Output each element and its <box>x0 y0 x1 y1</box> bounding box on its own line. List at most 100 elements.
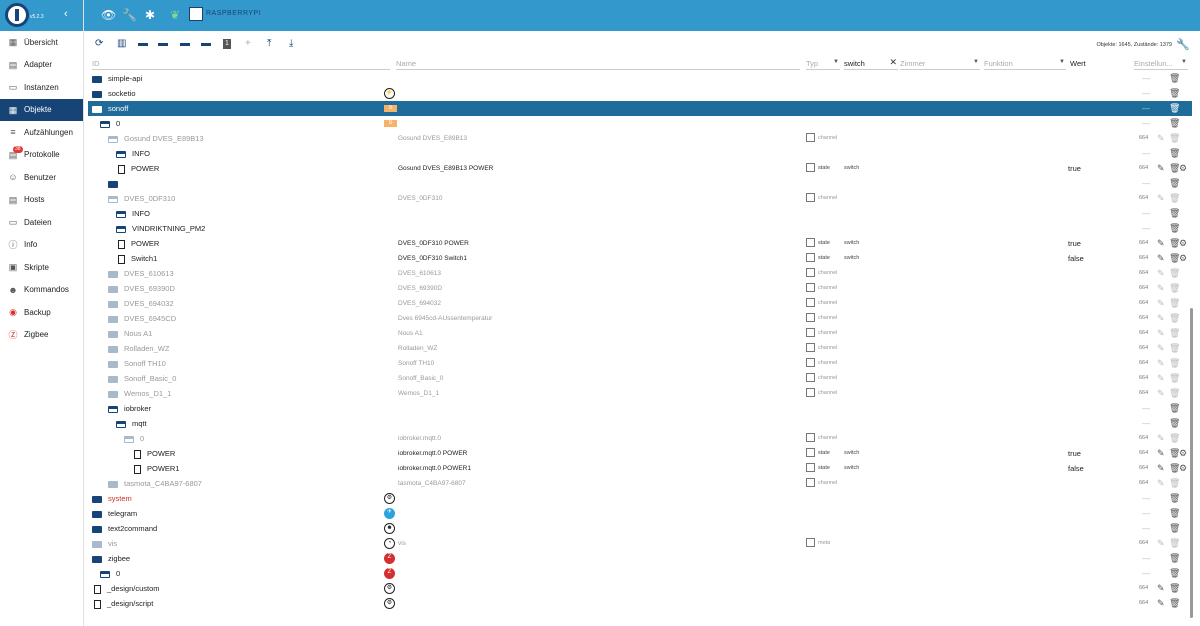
wrench-icon[interactable]: 🔧 <box>122 8 137 22</box>
delete-icon[interactable]: 🗑 <box>1169 223 1180 233</box>
depth-number-icon[interactable]: 1 <box>223 39 231 49</box>
edit-icon[interactable]: ✎ <box>1157 343 1165 353</box>
edit-icon[interactable]: ✎ <box>1157 193 1165 203</box>
delete-icon[interactable]: 🗑 <box>1169 373 1180 383</box>
table-row[interactable]: vis◔vismeta—664✎🗑 <box>88 536 1192 551</box>
type-filter-select[interactable]: Typ ▼ <box>806 59 840 70</box>
table-row[interactable]: — 🗑 <box>88 176 1192 191</box>
table-row[interactable]: 0iobroker.mqtt.0channel—664✎🗑 <box>88 431 1192 446</box>
object-id-cell[interactable]: DVES_69390D <box>108 281 382 296</box>
edit-icon[interactable]: ✎ <box>1157 478 1165 488</box>
name-filter-input[interactable]: Name <box>396 59 800 70</box>
delete-icon[interactable]: 🗑 <box>1169 598 1180 608</box>
object-id-cell[interactable]: Sonoff TH10 <box>108 356 382 371</box>
folder-open-icon[interactable] <box>100 120 110 128</box>
delete-icon[interactable]: 🗑 <box>1169 73 1180 83</box>
table-row[interactable]: POWER1 iobroker.mqtt.0 POWER1 state switch f… <box>88 461 1192 476</box>
delete-icon[interactable]: 🗑 <box>1169 283 1180 293</box>
table-row[interactable]: POWER Gosund DVES_E89B13 POWER state switch… <box>88 161 1192 176</box>
clear-icon[interactable]: ✕ <box>889 57 897 68</box>
object-id-cell[interactable]: socketio <box>92 86 382 101</box>
sidebar-item-5[interactable]: ▤ Protokolle 38 <box>0 144 83 167</box>
delete-icon[interactable]: 🗑 <box>1169 88 1180 98</box>
folder-open-icon[interactable] <box>108 135 118 143</box>
delete-icon[interactable]: 🗑 <box>1169 388 1180 398</box>
folder-open-icon[interactable]: ▬ <box>201 39 211 49</box>
edit-icon[interactable]: ✎ <box>1157 133 1165 143</box>
object-id-cell[interactable]: mqtt <box>116 416 382 431</box>
object-id-cell[interactable]: VINDRIKTNING_PM2 <box>116 221 382 236</box>
delete-icon[interactable]: 🗑 <box>1169 523 1180 533</box>
folder-open-icon[interactable] <box>116 150 126 158</box>
folder-icon[interactable] <box>92 555 102 563</box>
table-row[interactable]: 0 Z — 🗑 <box>88 566 1192 581</box>
folder-icon[interactable] <box>92 510 102 518</box>
bug-icon[interactable]: ✱ <box>145 8 155 22</box>
table-row[interactable]: _design/custom⚙—664✎🗑 <box>88 581 1192 596</box>
edit-icon[interactable]: ✎ <box>1157 268 1165 278</box>
object-value[interactable]: true <box>1068 446 1081 461</box>
table-row[interactable]: POWER iobroker.mqtt.0 POWER state switch tru… <box>88 446 1192 461</box>
upload-icon[interactable]: ⤒ <box>267 39 271 49</box>
edit-icon[interactable]: ✎ <box>1157 433 1165 443</box>
object-id-cell[interactable]: Sonoff_Basic_0 <box>108 371 382 386</box>
edit-icon[interactable]: ✎ <box>1157 283 1165 293</box>
folder-icon[interactable] <box>108 180 118 188</box>
table-row[interactable]: tasmota_C4BA97-6807 tasmota_C4BA97-6807 ch… <box>88 476 1192 491</box>
table-row[interactable]: Nous A1Nous A1channel—664✎🗑 <box>88 326 1192 341</box>
folder-icon[interactable] <box>108 390 118 398</box>
edit-icon[interactable]: ✎ <box>1157 253 1165 263</box>
delete-icon[interactable]: 🗑 <box>1169 103 1180 113</box>
table-row[interactable]: iobroker — 🗑 <box>88 401 1192 416</box>
id-filter-input[interactable]: ID <box>92 59 390 70</box>
edit-icon[interactable]: ✎ <box>1157 583 1165 593</box>
table-row[interactable]: POWERDVES_0DF310 POWERstateswitchtrue—66… <box>88 236 1192 251</box>
object-id-cell[interactable]: DVES_0DF310 <box>108 191 382 206</box>
object-id-cell[interactable]: 0 <box>124 431 382 446</box>
delete-icon[interactable]: 🗑 <box>1169 208 1180 218</box>
refresh-icon[interactable]: ⟳ <box>95 39 103 49</box>
folder-open-icon[interactable] <box>116 420 126 428</box>
folder-icon[interactable] <box>92 105 102 113</box>
object-id-cell[interactable]: zigbee <box>92 551 382 566</box>
folder-icon[interactable] <box>108 270 118 278</box>
folder-icon[interactable] <box>108 315 118 323</box>
folder-icon[interactable] <box>108 345 118 353</box>
folder-expand-icon[interactable]: ▬ <box>180 39 190 49</box>
folder-collapse-icon[interactable]: ▬ <box>138 39 148 49</box>
gear-icon[interactable]: ⚙ <box>1179 448 1187 458</box>
logo[interactable]: v5.2.3 ‹ <box>0 0 83 31</box>
edit-icon[interactable]: ✎ <box>1157 373 1165 383</box>
object-id-cell[interactable]: Switch1 <box>116 251 382 266</box>
folder-icon[interactable] <box>92 525 102 533</box>
sidebar-item-9[interactable]: ⓘ Info <box>0 234 83 257</box>
table-row[interactable]: Sonoff TH10Sonoff TH10channel—664✎🗑 <box>88 356 1192 371</box>
sidebar-item-11[interactable]: ☻ Kommandos <box>0 279 83 302</box>
folder-icon[interactable]: ▬ <box>158 39 168 49</box>
table-row[interactable]: DVES_6945CD Dves 6945cd-AUssentemperatur c… <box>88 311 1192 326</box>
table-row[interactable]: telegram ✈ — 🗑 <box>88 506 1192 521</box>
folder-open-icon[interactable] <box>116 210 126 218</box>
table-row[interactable]: Wemos_D1_1Wemos_D1_1channel—664✎🗑 <box>88 386 1192 401</box>
room-filter-select[interactable]: Zimmer ▼ <box>900 59 980 70</box>
folder-icon[interactable] <box>92 75 102 83</box>
leaf-icon[interactable]: ❦ <box>170 8 180 22</box>
table-row[interactable]: mqtt — 🗑 <box>88 416 1192 431</box>
object-id-cell[interactable]: _design/custom <box>92 581 382 596</box>
object-id-cell[interactable]: iobroker <box>108 401 382 416</box>
object-value[interactable]: false <box>1068 461 1084 476</box>
object-id-cell[interactable]: INFO <box>116 146 382 161</box>
gear-icon[interactable]: ⚙ <box>1179 463 1187 473</box>
object-id-cell[interactable]: Wemos_D1_1 <box>108 386 382 401</box>
sidebar-item-2[interactable]: ▭ Instanzen <box>0 76 83 99</box>
folder-icon[interactable] <box>108 480 118 488</box>
object-id-cell[interactable]: INFO <box>116 206 382 221</box>
folder-icon[interactable] <box>108 360 118 368</box>
folder-icon[interactable] <box>92 90 102 98</box>
folder-icon[interactable] <box>108 285 118 293</box>
table-row[interactable]: DVES_69390DDVES_69390Dchannel—664✎🗑 <box>88 281 1192 296</box>
object-id-cell[interactable]: system <box>92 491 382 506</box>
gear-icon[interactable]: ⚙ <box>1179 253 1187 263</box>
object-id-cell[interactable]: simple-api <box>92 71 382 86</box>
sidebar-item-12[interactable]: ◉ Backup <box>0 301 83 324</box>
